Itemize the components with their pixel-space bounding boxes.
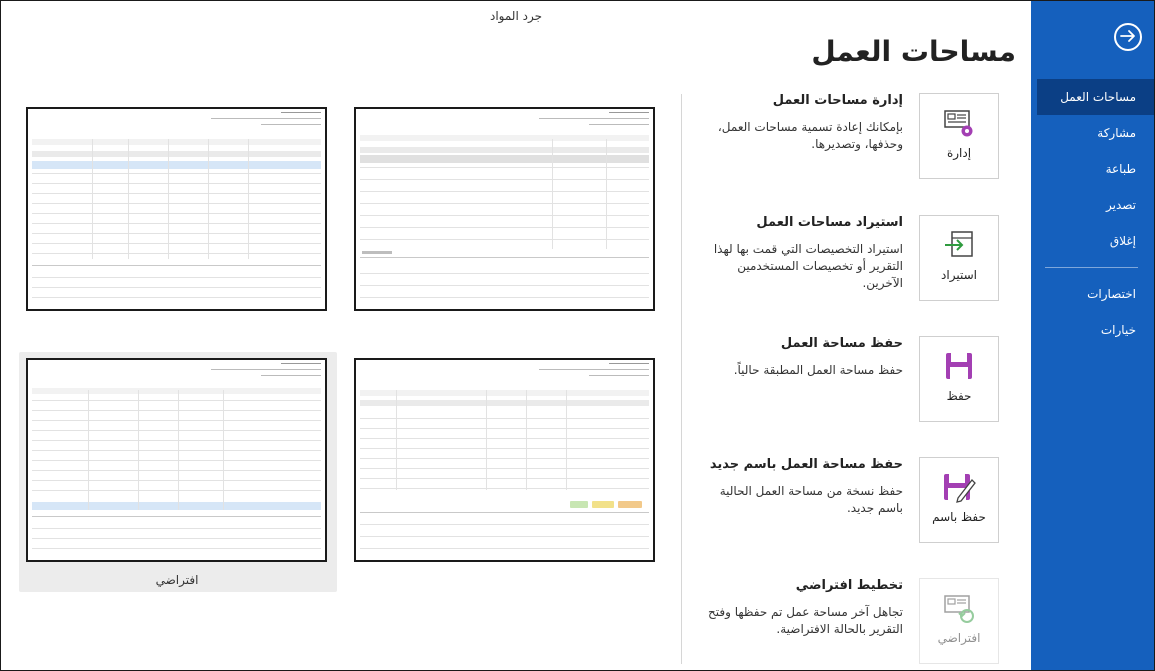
sidebar-item-export[interactable]: تصدير (1031, 187, 1154, 223)
manage-button-label: إدارة (946, 146, 972, 160)
action-save-as-desc: حفظ نسخة من مساحة العمل الحالية باسم جدي… (719, 484, 903, 515)
backstage-sidebar: مساحات العمل مشاركة طباعة تصدير إغلاق اخ… (1031, 1, 1154, 670)
workspace-thumbnail[interactable] (354, 107, 655, 311)
sidebar-nav: مساحات العمل مشاركة طباعة تصدير إغلاق اخ… (1031, 79, 1154, 348)
manage-workspace-icon (942, 106, 976, 140)
save-as-icon (942, 470, 976, 504)
sidebar-divider (1045, 267, 1138, 268)
action-default-layout-title: تخطيط افتراضي (795, 578, 903, 593)
sidebar-item-close[interactable]: إغلاق (1031, 223, 1154, 259)
save-button[interactable]: حفظ (919, 336, 999, 422)
sidebar-item-print[interactable]: طباعة (1031, 151, 1154, 187)
action-default-layout-desc: تجاهل آخر مساحة عمل تم حفظها وفتح التقري… (708, 605, 903, 636)
workspace-thumbnail-default[interactable] (26, 358, 327, 562)
import-button-label: استيراد (941, 268, 977, 282)
action-import-desc: استيراد التخصيصات التي قمت بها لهذا التق… (713, 242, 903, 290)
save-as-button[interactable]: حفظ باسم (919, 457, 999, 543)
save-button-label: حفظ (946, 389, 972, 403)
window-title: جرد المواد (489, 9, 542, 23)
action-save-as: حفظ باسم حفظ مساحة العمل باسم جديد حفظ ن… (654, 457, 999, 547)
import-button[interactable]: استيراد (919, 215, 999, 301)
action-save: حفظ حفظ مساحة العمل حفظ مساحة العمل المط… (654, 336, 999, 426)
thumbnail-preview (28, 109, 325, 309)
action-manage: إدارة إدارة مساحات العمل بإمكانك إعادة ت… (654, 93, 999, 183)
thumbnail-caption-default: افتراضي (155, 573, 199, 587)
import-icon (942, 228, 976, 262)
thumbnail-preview (356, 360, 653, 560)
save-icon (942, 349, 976, 383)
sidebar-item-share[interactable]: مشاركة (1031, 115, 1154, 151)
default-layout-button-label: افتراضي (937, 631, 981, 645)
app-window: جرد المواد مساحات العمل مشاركة طباعة تصد… (0, 0, 1155, 671)
action-import: استيراد استيراد مساحات العمل استيراد الت… (654, 215, 999, 305)
page-title: مساحات العمل (811, 35, 1016, 68)
action-import-title: استيراد مساحات العمل (756, 215, 903, 230)
arrow-right-circle-icon (1120, 29, 1136, 46)
workspace-thumbnail[interactable] (354, 358, 655, 562)
back-button[interactable] (1114, 23, 1142, 51)
action-save-as-title: حفظ مساحة العمل باسم جديد (709, 457, 903, 472)
action-default-layout: افتراضي تخطيط افتراضي تجاهل آخر مساحة عم… (654, 578, 999, 668)
thumbnail-preview (356, 109, 653, 309)
action-manage-title: إدارة مساحات العمل (772, 93, 903, 108)
sidebar-item-options[interactable]: خيارات (1031, 312, 1154, 348)
manage-button[interactable]: إدارة (919, 93, 999, 179)
workspace-thumbnail[interactable] (26, 107, 327, 311)
action-manage-desc: بإمكانك إعادة تسمية مساحات العمل، وحذفها… (717, 120, 903, 151)
thumbnail-preview (28, 360, 325, 560)
action-save-desc: حفظ مساحة العمل المطبقة حالياً. (733, 363, 903, 377)
default-layout-button[interactable]: افتراضي (919, 578, 999, 664)
sidebar-item-shortcuts[interactable]: اختصارات (1031, 276, 1154, 312)
sidebar-item-workspaces[interactable]: مساحات العمل (1037, 79, 1154, 115)
action-save-title: حفظ مساحة العمل (780, 336, 903, 351)
save-as-button-label: حفظ باسم (932, 510, 986, 524)
reset-layout-icon (942, 591, 976, 625)
